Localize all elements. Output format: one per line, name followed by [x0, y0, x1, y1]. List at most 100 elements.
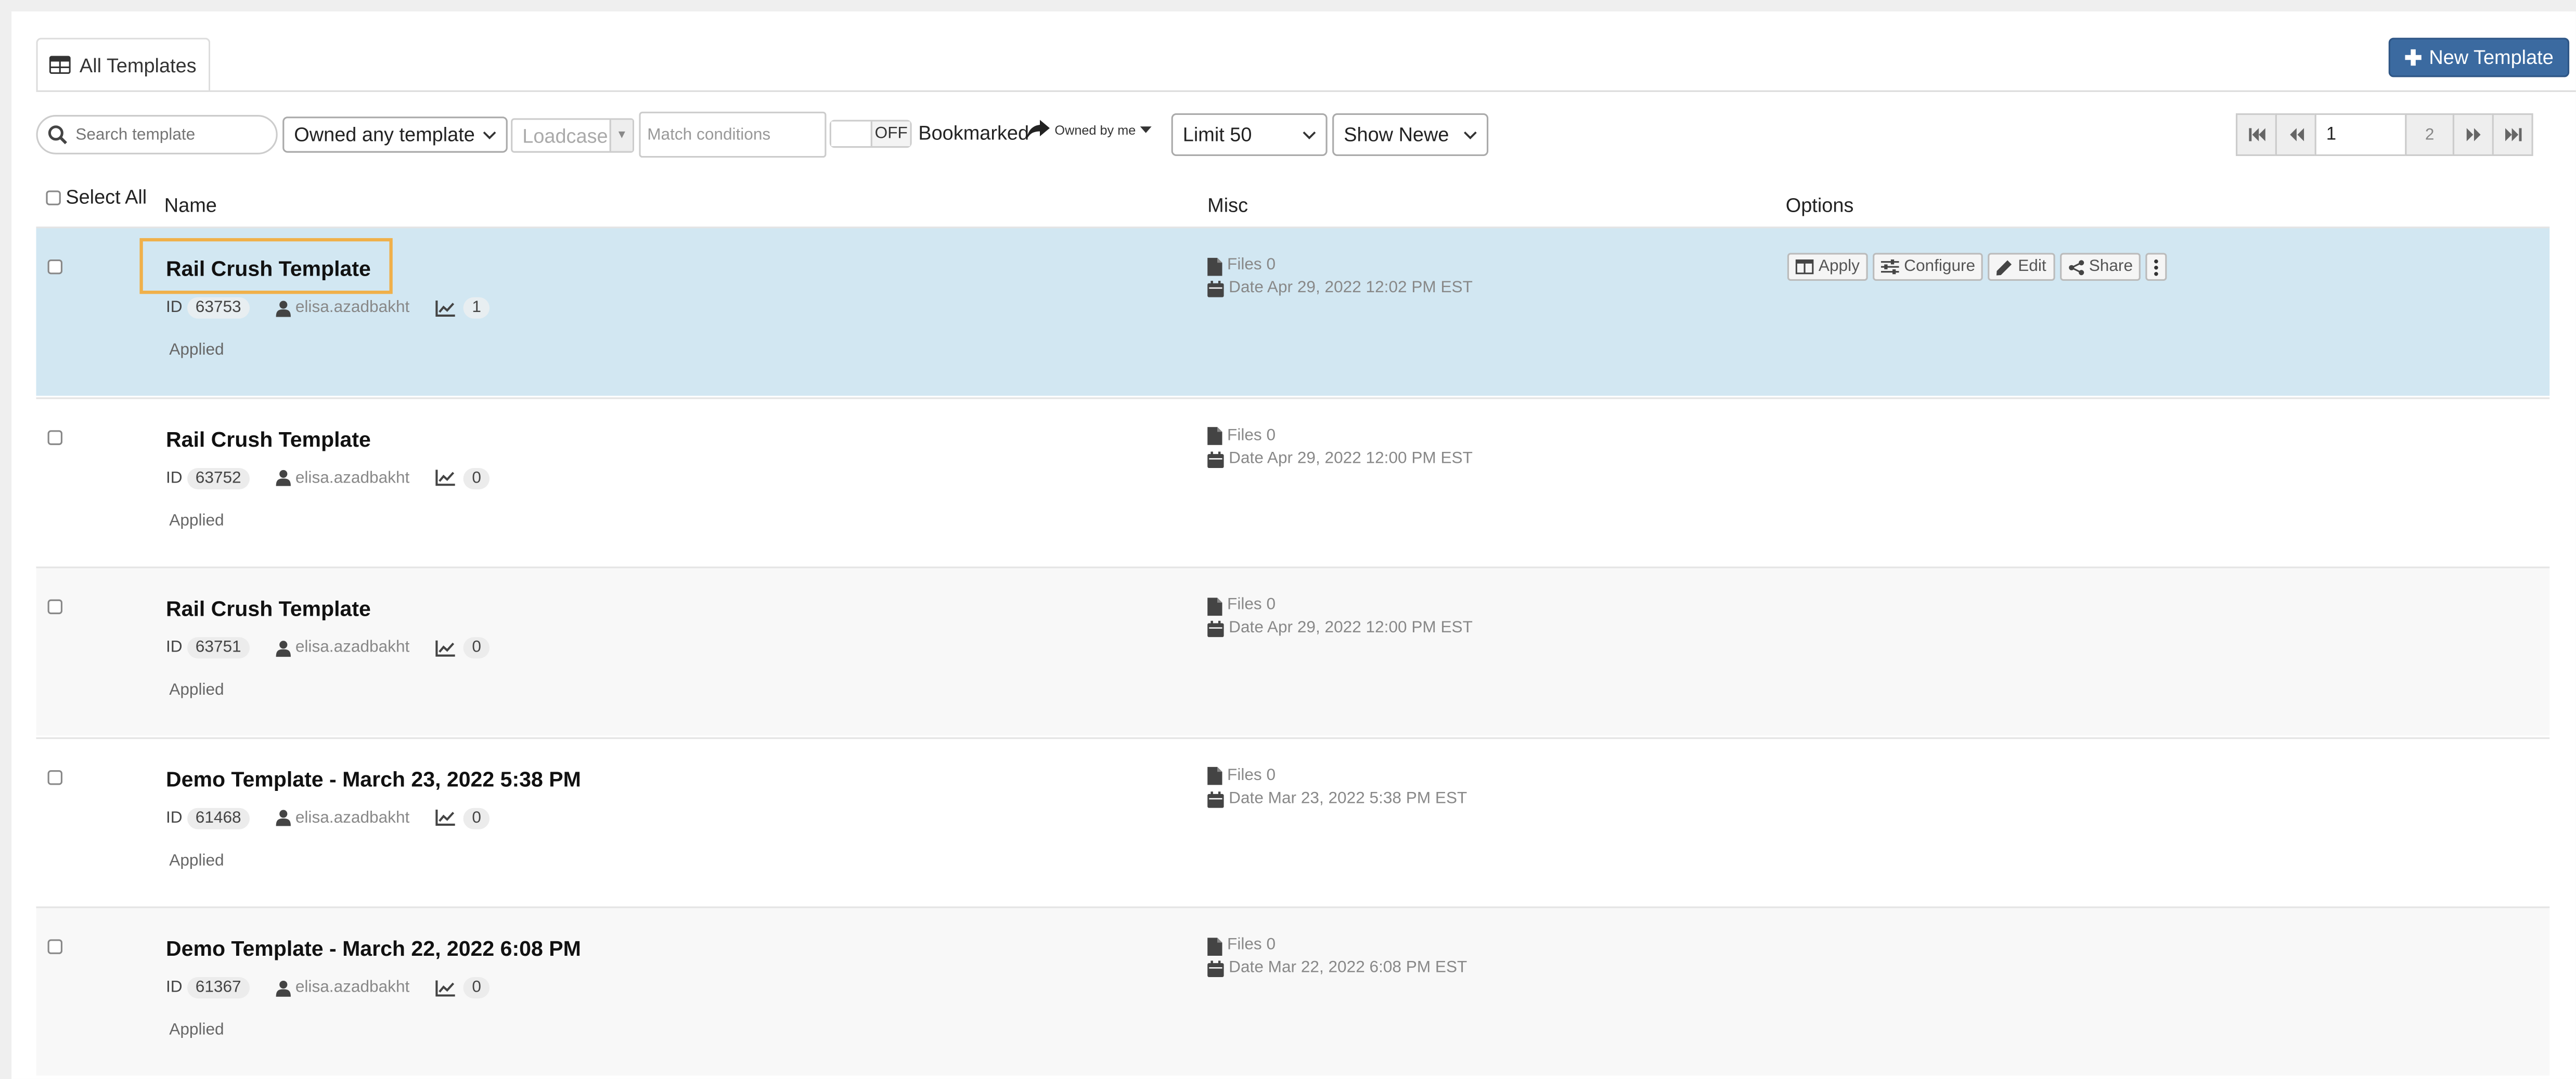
pencil-icon: [1997, 258, 2013, 275]
id-badge: 61468: [187, 808, 250, 829]
row-checkbox[interactable]: [47, 940, 63, 955]
files-count: Files 0: [1227, 937, 1276, 955]
apply-button[interactable]: Apply: [1787, 253, 1868, 281]
last-page-button[interactable]: [2492, 113, 2533, 157]
configure-button[interactable]: Configure: [1873, 253, 1983, 281]
share-button[interactable]: Share: [2059, 253, 2141, 281]
owner-name: elisa.azadbakht: [295, 639, 410, 657]
created-date: Date Mar 23, 2022 5:38 PM EST: [1229, 789, 1467, 808]
more-options-button[interactable]: [2146, 253, 2168, 281]
chevron-down-icon: [1303, 131, 1316, 139]
row-checkbox[interactable]: [47, 600, 63, 615]
match-placeholder: Match conditions: [647, 125, 771, 144]
tab-divider: [36, 90, 2576, 92]
row-meta: ID 61468 elisa.azadbakht 0: [166, 808, 490, 829]
row-meta: ID 63753 elisa.azadbakht 1: [166, 297, 490, 319]
edit-button[interactable]: Edit: [1988, 253, 2055, 281]
table-row[interactable]: Demo Template - March 22, 2022 6:08 PM I…: [36, 907, 2550, 1076]
col-header-options: Options: [1785, 193, 1854, 217]
toggle-state: OFF: [870, 121, 910, 147]
files-count: Files 0: [1227, 766, 1276, 785]
line-chart-icon: [436, 810, 456, 827]
owner-filter-select[interactable]: Owned any template: [282, 116, 508, 153]
first-page-button[interactable]: [2236, 113, 2277, 157]
pagination: 1 2: [2236, 113, 2533, 157]
calendar-icon: [1207, 451, 1224, 467]
select-all[interactable]: Select All: [46, 186, 147, 209]
first-page-icon: [2248, 128, 2265, 141]
total-pages: 2: [2405, 113, 2455, 157]
bookmarked-label: Bookmarked: [918, 121, 1029, 145]
owner: elisa.azadbakht: [275, 979, 410, 998]
tab-all-templates[interactable]: All Templates: [36, 37, 211, 92]
match-conditions-input[interactable]: Match conditions: [639, 111, 827, 158]
row-checkbox[interactable]: [47, 430, 63, 445]
table-row[interactable]: Rail Crush Template ID 63752 elisa.azadb…: [36, 396, 2550, 566]
usage-count: 0: [463, 467, 490, 489]
owner-name: elisa.azadbakht: [295, 979, 410, 998]
table-icon: [50, 56, 72, 74]
table-row[interactable]: Rail Crush Template ID 63751 elisa.azadb…: [36, 567, 2550, 736]
misc-info: Files 0 Date Mar 23, 2022 5:38 PM EST: [1207, 765, 1467, 811]
id-label: ID: [165, 809, 183, 827]
tab-label: All Templates: [79, 53, 197, 76]
line-chart-icon: [436, 300, 456, 316]
status-label: Applied: [169, 852, 224, 870]
row-options: Apply Configure Edit Share: [1787, 253, 2168, 281]
search-input[interactable]: [72, 124, 260, 146]
usage-count: 1: [463, 297, 490, 319]
row-meta: ID 63751 elisa.azadbakht 0: [166, 637, 490, 659]
calendar-icon: [1207, 281, 1224, 297]
sort-value: Show Newe: [1344, 123, 1449, 147]
usage: 1: [436, 297, 490, 319]
bookmarked-toggle[interactable]: OFF: [829, 120, 912, 148]
row-checkbox[interactable]: [47, 259, 63, 275]
col-header-name[interactable]: Name: [164, 194, 217, 217]
search-box[interactable]: [36, 115, 278, 154]
limit-value: Limit 50: [1182, 123, 1252, 147]
status-label: Applied: [169, 1022, 224, 1041]
calendar-icon: [1207, 621, 1224, 638]
prev-page-button[interactable]: [2275, 113, 2316, 157]
next-page-button[interactable]: [2452, 113, 2494, 157]
table-row[interactable]: Demo Template - March 23, 2022 5:38 PM I…: [36, 737, 2550, 906]
limit-select[interactable]: Limit 50: [1171, 113, 1328, 157]
calendar-icon: [1207, 791, 1224, 808]
select-all-label: Select All: [66, 185, 147, 209]
id-badge: 63751: [187, 637, 250, 659]
fast-forward-icon: [2465, 128, 2482, 141]
sliders-icon: [1881, 259, 1899, 275]
apply-label: Apply: [1818, 257, 1860, 276]
user-icon: [275, 470, 291, 487]
template-name[interactable]: Demo Template - March 23, 2022 5:38 PM: [166, 766, 581, 791]
usage-count: 0: [463, 808, 490, 829]
created-date: Date Apr 29, 2022 12:00 PM EST: [1229, 619, 1473, 638]
id-label: ID: [165, 469, 183, 487]
files-count: Files 0: [1227, 596, 1276, 615]
usage: 0: [436, 808, 490, 829]
template-name[interactable]: Rail Crush Template: [166, 596, 371, 621]
plus-icon: [2404, 49, 2421, 66]
share-label: Share: [2089, 257, 2133, 276]
table-row[interactable]: Rail Crush Template ID 63753 elisa.azadb…: [36, 226, 2550, 396]
owner-name: elisa.azadbakht: [295, 809, 410, 827]
toggle-knob: [831, 121, 871, 147]
configure-label: Configure: [1904, 257, 1976, 276]
page-input[interactable]: 1: [2314, 113, 2407, 157]
new-template-button[interactable]: New Template: [2388, 37, 2570, 77]
search-icon: [48, 125, 68, 145]
row-meta: ID 63752 elisa.azadbakht 0: [166, 467, 490, 489]
row-checkbox[interactable]: [47, 770, 63, 785]
sort-select[interactable]: Show Newe: [1332, 113, 1489, 157]
caret-down-icon[interactable]: ▼: [609, 120, 633, 151]
owned-by-dropdown[interactable]: Owned by me: [1026, 120, 1152, 140]
select-all-checkbox[interactable]: [46, 189, 61, 205]
misc-info: Files 0 Date Apr 29, 2022 12:02 PM EST: [1207, 254, 1473, 300]
usage-count: 0: [463, 637, 490, 659]
line-chart-icon: [436, 980, 456, 997]
template-name[interactable]: Rail Crush Template: [166, 426, 371, 451]
loadcase-placeholder: Loadcase: [522, 124, 608, 147]
loadcase-select[interactable]: Loadcase ▼: [511, 118, 634, 153]
template-name[interactable]: Demo Template - March 22, 2022 6:08 PM: [166, 937, 581, 961]
user-icon: [275, 810, 291, 827]
